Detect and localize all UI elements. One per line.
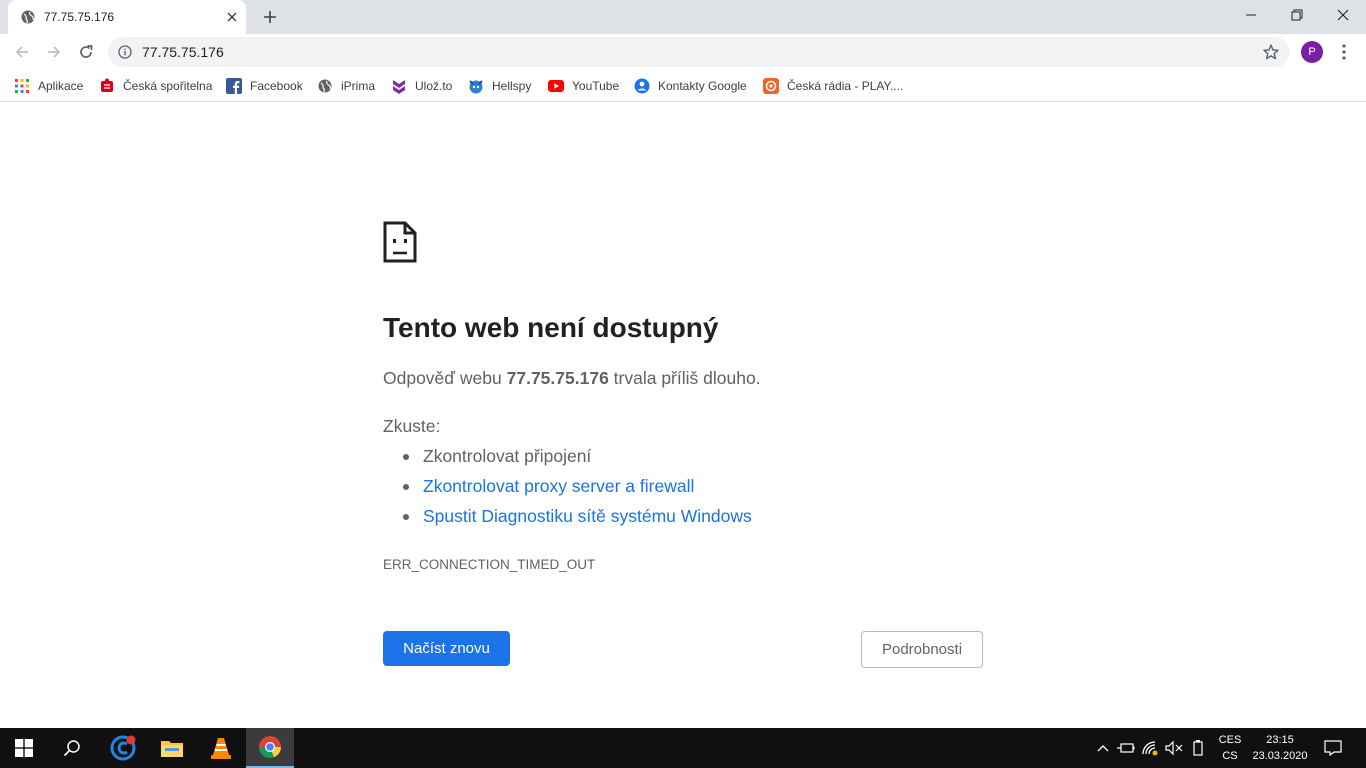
sad-document-icon [383,221,417,263]
bookmark-label: Facebook [250,79,303,93]
ccleaner-icon[interactable] [99,728,147,768]
globe-icon [21,10,35,24]
bookmark-facebook[interactable]: Facebook [226,76,303,96]
address-url[interactable]: 77.75.75.176 [142,44,224,60]
bookmark-iprima[interactable]: iPrima [317,76,375,96]
hellspy-icon [468,78,484,94]
bookmark-hellspy[interactable]: Hellspy [468,76,531,96]
bookmark-star-icon[interactable] [1262,43,1280,61]
device-icon[interactable] [1189,739,1207,757]
file-explorer-icon[interactable] [148,728,196,768]
bookmark-label: Česká spořitelna [123,79,213,93]
error-title: Tento web není dostupný [383,312,719,343]
bookmark-label: Ulož.to [415,79,453,93]
bookmark-label: YouTube [572,79,620,93]
language-code: CES [1218,734,1242,746]
bookmark-label: Aplikace [38,79,84,93]
minimize-button[interactable] [1228,0,1274,30]
notification-center-icon[interactable] [1320,738,1346,758]
facebook-icon [226,78,242,94]
new-tab-button[interactable] [258,6,282,28]
suggestion-check-connection: Zkontrolovat připojení [383,444,752,474]
tab-strip: 77.75.75.176 [0,0,1366,34]
forward-button[interactable] [40,38,68,66]
bookmark-label: Kontakty Google [658,79,747,93]
suggestion-run-diagnostics-link[interactable]: Spustit Diagnostiku sítě systému Windows [383,504,752,534]
windows-taskbar: CES CS 23:15 23.03.2020 [0,728,1366,768]
chevron-up-icon[interactable] [1094,739,1112,757]
site-info-icon[interactable] [118,45,132,59]
search-icon[interactable] [48,728,96,768]
error-desc-suffix: trvala příliš dlouho. [608,368,761,388]
bookmark-label: Česká rádia - PLAY.... [787,79,904,93]
bookmark-ceska-sporitelna[interactable]: Česká spořitelna [99,76,212,96]
profile-avatar[interactable]: P [1301,41,1323,63]
clock-time: 23:15 [1266,734,1294,746]
close-tab-icon[interactable] [224,9,240,25]
vlc-icon[interactable] [197,728,245,768]
wifi-icon[interactable] [1141,739,1159,757]
bookmark-kontakty-google[interactable]: Kontakty Google [634,76,747,96]
close-window-button[interactable] [1320,0,1366,30]
address-bar[interactable]: 77.75.75.176 [108,37,1290,67]
reload-button[interactable]: Načíst znovu [383,631,510,666]
bookmarks-bar: Aplikace Česká spořitelna Facebook iPrim… [0,70,1366,102]
start-button[interactable] [0,728,48,768]
apps-grid-icon [14,78,30,94]
battery-plug-icon[interactable] [1117,739,1135,757]
ceska-radia-icon [763,78,779,94]
system-clock[interactable]: 23:15 23.03.2020 [1248,732,1312,764]
restore-button[interactable] [1274,0,1320,30]
keyboard-layout: CS [1222,750,1238,762]
ulozto-icon [391,78,407,94]
menu-dots-icon[interactable] [1334,42,1354,62]
reload-icon[interactable] [72,38,100,66]
details-button[interactable]: Podrobnosti [861,631,983,668]
speaker-muted-icon[interactable] [1165,739,1183,757]
bookmark-label: Hellspy [492,79,532,93]
google-contacts-icon [634,78,650,94]
bookmark-youtube[interactable]: YouTube [548,76,619,96]
error-desc-prefix: Odpověď webu [383,368,507,388]
input-language-indicator[interactable]: CES CS [1216,732,1244,764]
chrome-taskbar-icon[interactable] [246,728,294,768]
bookmark-aplikace[interactable]: Aplikace [14,76,83,96]
browser-tab-active[interactable]: 77.75.75.176 [8,0,246,34]
bookmark-label: iPrima [341,79,376,93]
bookmark-ceska-radia[interactable]: Česká rádia - PLAY.... [763,76,903,96]
suggestions-list: Zkontrolovat připojení Zkontrolovat prox… [383,444,752,534]
tab-title: 77.75.75.176 [44,10,115,24]
try-label: Zkuste: [383,416,441,436]
bookmark-ulozto[interactable]: Ulož.to [391,76,452,96]
clock-date: 23.03.2020 [1252,750,1308,762]
error-host: 77.75.75.176 [506,368,609,388]
browser-toolbar: 77.75.75.176 P [0,34,1366,70]
youtube-icon [548,78,564,94]
error-code: ERR_CONNECTION_TIMED_OUT [383,557,596,572]
globe-icon [317,78,333,94]
error-description: Odpověď webu 77.75.75.176 trvala příliš … [383,368,761,389]
suggestion-check-proxy-link[interactable]: Zkontrolovat proxy server a firewall [383,474,752,504]
back-button[interactable] [8,38,36,66]
ceska-sporitelna-icon [99,78,115,94]
